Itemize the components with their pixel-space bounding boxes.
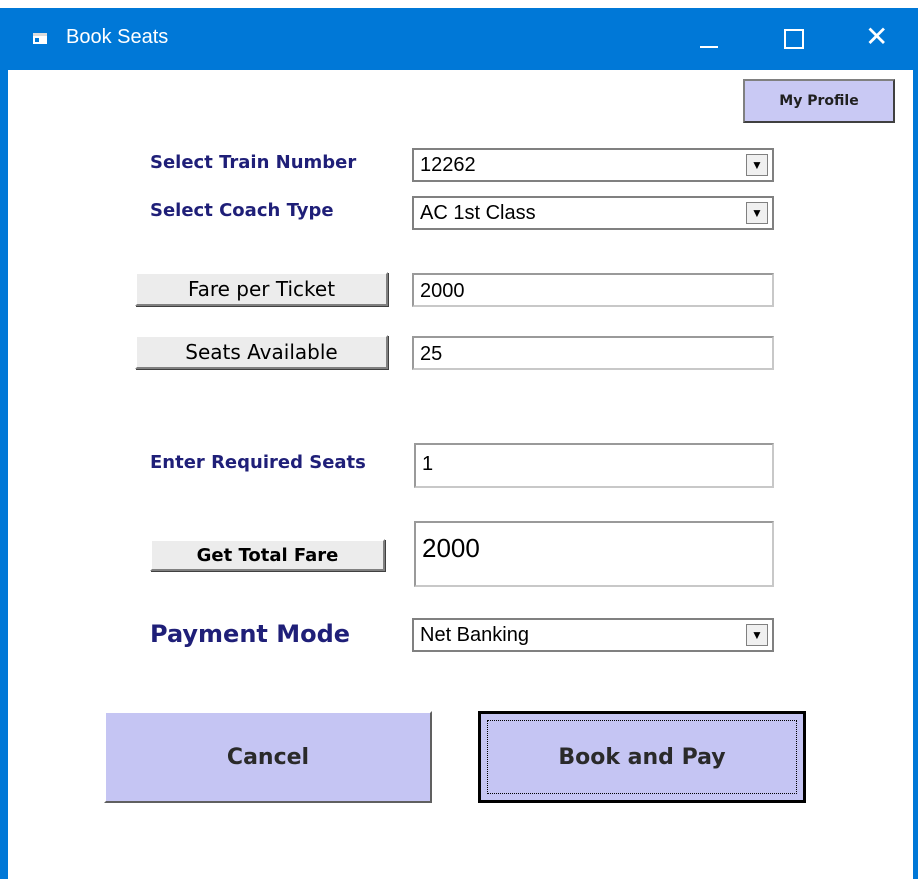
minimize-button[interactable] xyxy=(663,8,751,70)
chevron-down-icon[interactable]: ▼ xyxy=(746,624,768,646)
chevron-down-icon[interactable]: ▼ xyxy=(746,154,768,176)
close-button[interactable]: ✕ xyxy=(839,8,918,70)
book-and-pay-button[interactable]: Book and Pay xyxy=(478,711,806,803)
maximize-icon xyxy=(784,29,804,49)
minimize-icon xyxy=(700,46,718,48)
required-seats-value: 1 xyxy=(422,453,434,475)
train-number-label: Select Train Number xyxy=(150,152,357,173)
coach-type-value: AC 1st Class xyxy=(420,202,536,224)
window-border-right xyxy=(913,70,918,879)
close-icon: ✕ xyxy=(865,20,889,53)
coach-type-select[interactable]: AC 1st Class ▼ xyxy=(412,196,774,230)
fare-per-ticket-value: 2000 xyxy=(420,280,465,302)
chevron-down-icon[interactable]: ▼ xyxy=(746,202,768,224)
seats-available-button[interactable]: Seats Available xyxy=(135,335,388,369)
coach-type-label: Select Coach Type xyxy=(150,200,334,221)
total-fare-value: 2000 xyxy=(422,533,480,563)
focus-outline xyxy=(487,720,797,794)
window-title: Book Seats xyxy=(66,26,169,48)
window-app-icon xyxy=(33,33,47,44)
window-border-left xyxy=(0,70,8,879)
get-total-fare-button[interactable]: Get Total Fare xyxy=(150,539,385,571)
top-strip xyxy=(0,0,918,8)
title-bar[interactable]: Book Seats ✕ xyxy=(0,8,918,70)
maximize-button[interactable] xyxy=(751,8,839,70)
payment-mode-label: Payment Mode xyxy=(150,620,351,648)
payment-mode-value: Net Banking xyxy=(420,624,529,646)
fare-per-ticket-field[interactable]: 2000 xyxy=(412,273,774,307)
fare-per-ticket-button[interactable]: Fare per Ticket xyxy=(135,272,388,306)
train-number-value: 12262 xyxy=(420,154,476,176)
required-seats-field[interactable]: 1 xyxy=(414,443,774,488)
my-profile-button[interactable]: My Profile xyxy=(743,79,895,123)
required-seats-label: Enter Required Seats xyxy=(150,452,366,473)
payment-mode-select[interactable]: Net Banking ▼ xyxy=(412,618,774,652)
seats-available-value: 25 xyxy=(420,343,443,365)
seats-available-field[interactable]: 25 xyxy=(412,336,774,370)
total-fare-field[interactable]: 2000 xyxy=(414,521,774,587)
cancel-button[interactable]: Cancel xyxy=(104,711,432,803)
train-number-select[interactable]: 12262 ▼ xyxy=(412,148,774,182)
